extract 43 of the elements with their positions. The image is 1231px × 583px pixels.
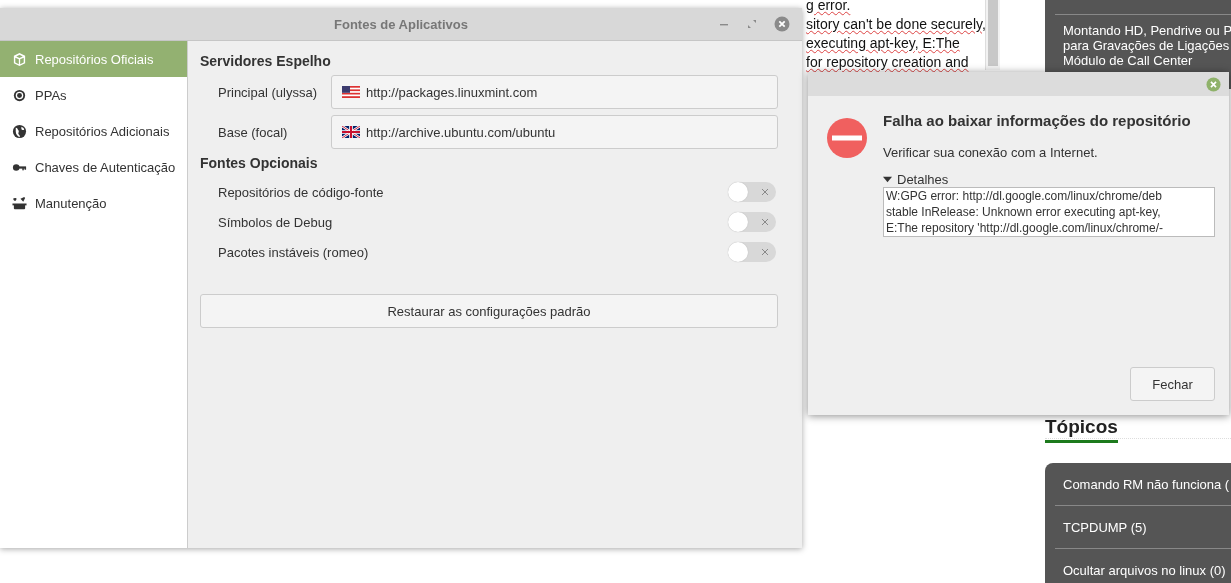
option-label: Repositórios de código-fonte (217, 184, 384, 200)
section-heading: Servidores Espelho (200, 53, 332, 71)
field-label: Principal (ulyssa) (217, 84, 318, 100)
article-text: sitory can't be done securely, (806, 15, 986, 34)
toggle-switch[interactable] (728, 242, 776, 262)
mirror-button[interactable]: http://packages.linuxmint.com (331, 75, 778, 109)
globe-icon (12, 123, 27, 139)
sidebar-item[interactable]: Chaves de Autenticação (0, 149, 187, 185)
details-text: W:GPG error: http://dl.google.com/linux/chrome/deb stable InRelease: Unknown error executing apt-key, E:The repository 'http://dl.google.com/linux/chrome/- (883, 187, 1215, 237)
topic-link[interactable]: Comando RM não funciona ( (1063, 476, 1230, 492)
option-label: Pacotes instáveis (romeo) (217, 244, 369, 260)
uk-flag-icon (342, 126, 360, 138)
dialog-heading: Falha ao baixar informações do repositório (883, 112, 1192, 129)
tools-icon (12, 195, 27, 211)
dialog-message: Verificar sua conexão com a Internet. (883, 145, 1099, 160)
option-label: Símbolos de Debug (217, 214, 333, 230)
topic-link[interactable]: Ocultar arquivos no linux (0) (1063, 562, 1226, 578)
sidebar-item[interactable]: Repositórios Adicionais (0, 113, 187, 149)
close-icon[interactable] (774, 16, 790, 32)
article-text: g error. (806, 0, 851, 15)
toggle-switch[interactable] (728, 212, 776, 232)
field-label: Base (focal) (217, 124, 289, 140)
target-icon (12, 87, 27, 103)
article-text: executing apt-key, E:The (806, 34, 960, 53)
mirror-button[interactable]: http://archive.ubuntu.com/ubuntu (331, 115, 778, 149)
maximize-icon[interactable] (746, 18, 758, 30)
post-link[interactable]: Montando HD, Pendrive ou P para Gravações de Ligações Módulo de Call Center (1063, 23, 1231, 68)
topic-link[interactable]: TCPDUMP (5) (1063, 519, 1147, 535)
triangle-icon (883, 175, 892, 184)
sidebar-item[interactable]: Manutenção (0, 185, 187, 221)
toggle-switch[interactable] (728, 182, 776, 202)
details-expander[interactable]: Detalhes (883, 172, 949, 187)
article-text: for repository creation and (806, 53, 969, 72)
restore-button[interactable]: Restaurar as configurações padrão (200, 294, 778, 328)
section-heading: Fontes Opcionais (200, 155, 319, 173)
box-icon (12, 51, 27, 67)
window-title: Fontes de Aplicativos (334, 16, 468, 32)
us-flag-icon (342, 86, 360, 98)
close-icon[interactable] (1206, 76, 1221, 92)
close-button[interactable]: Fechar (1130, 367, 1215, 401)
sidebar-item[interactable]: PPAs (0, 77, 187, 113)
error-icon (827, 118, 867, 158)
scrollbar-thumb[interactable] (988, 0, 998, 66)
